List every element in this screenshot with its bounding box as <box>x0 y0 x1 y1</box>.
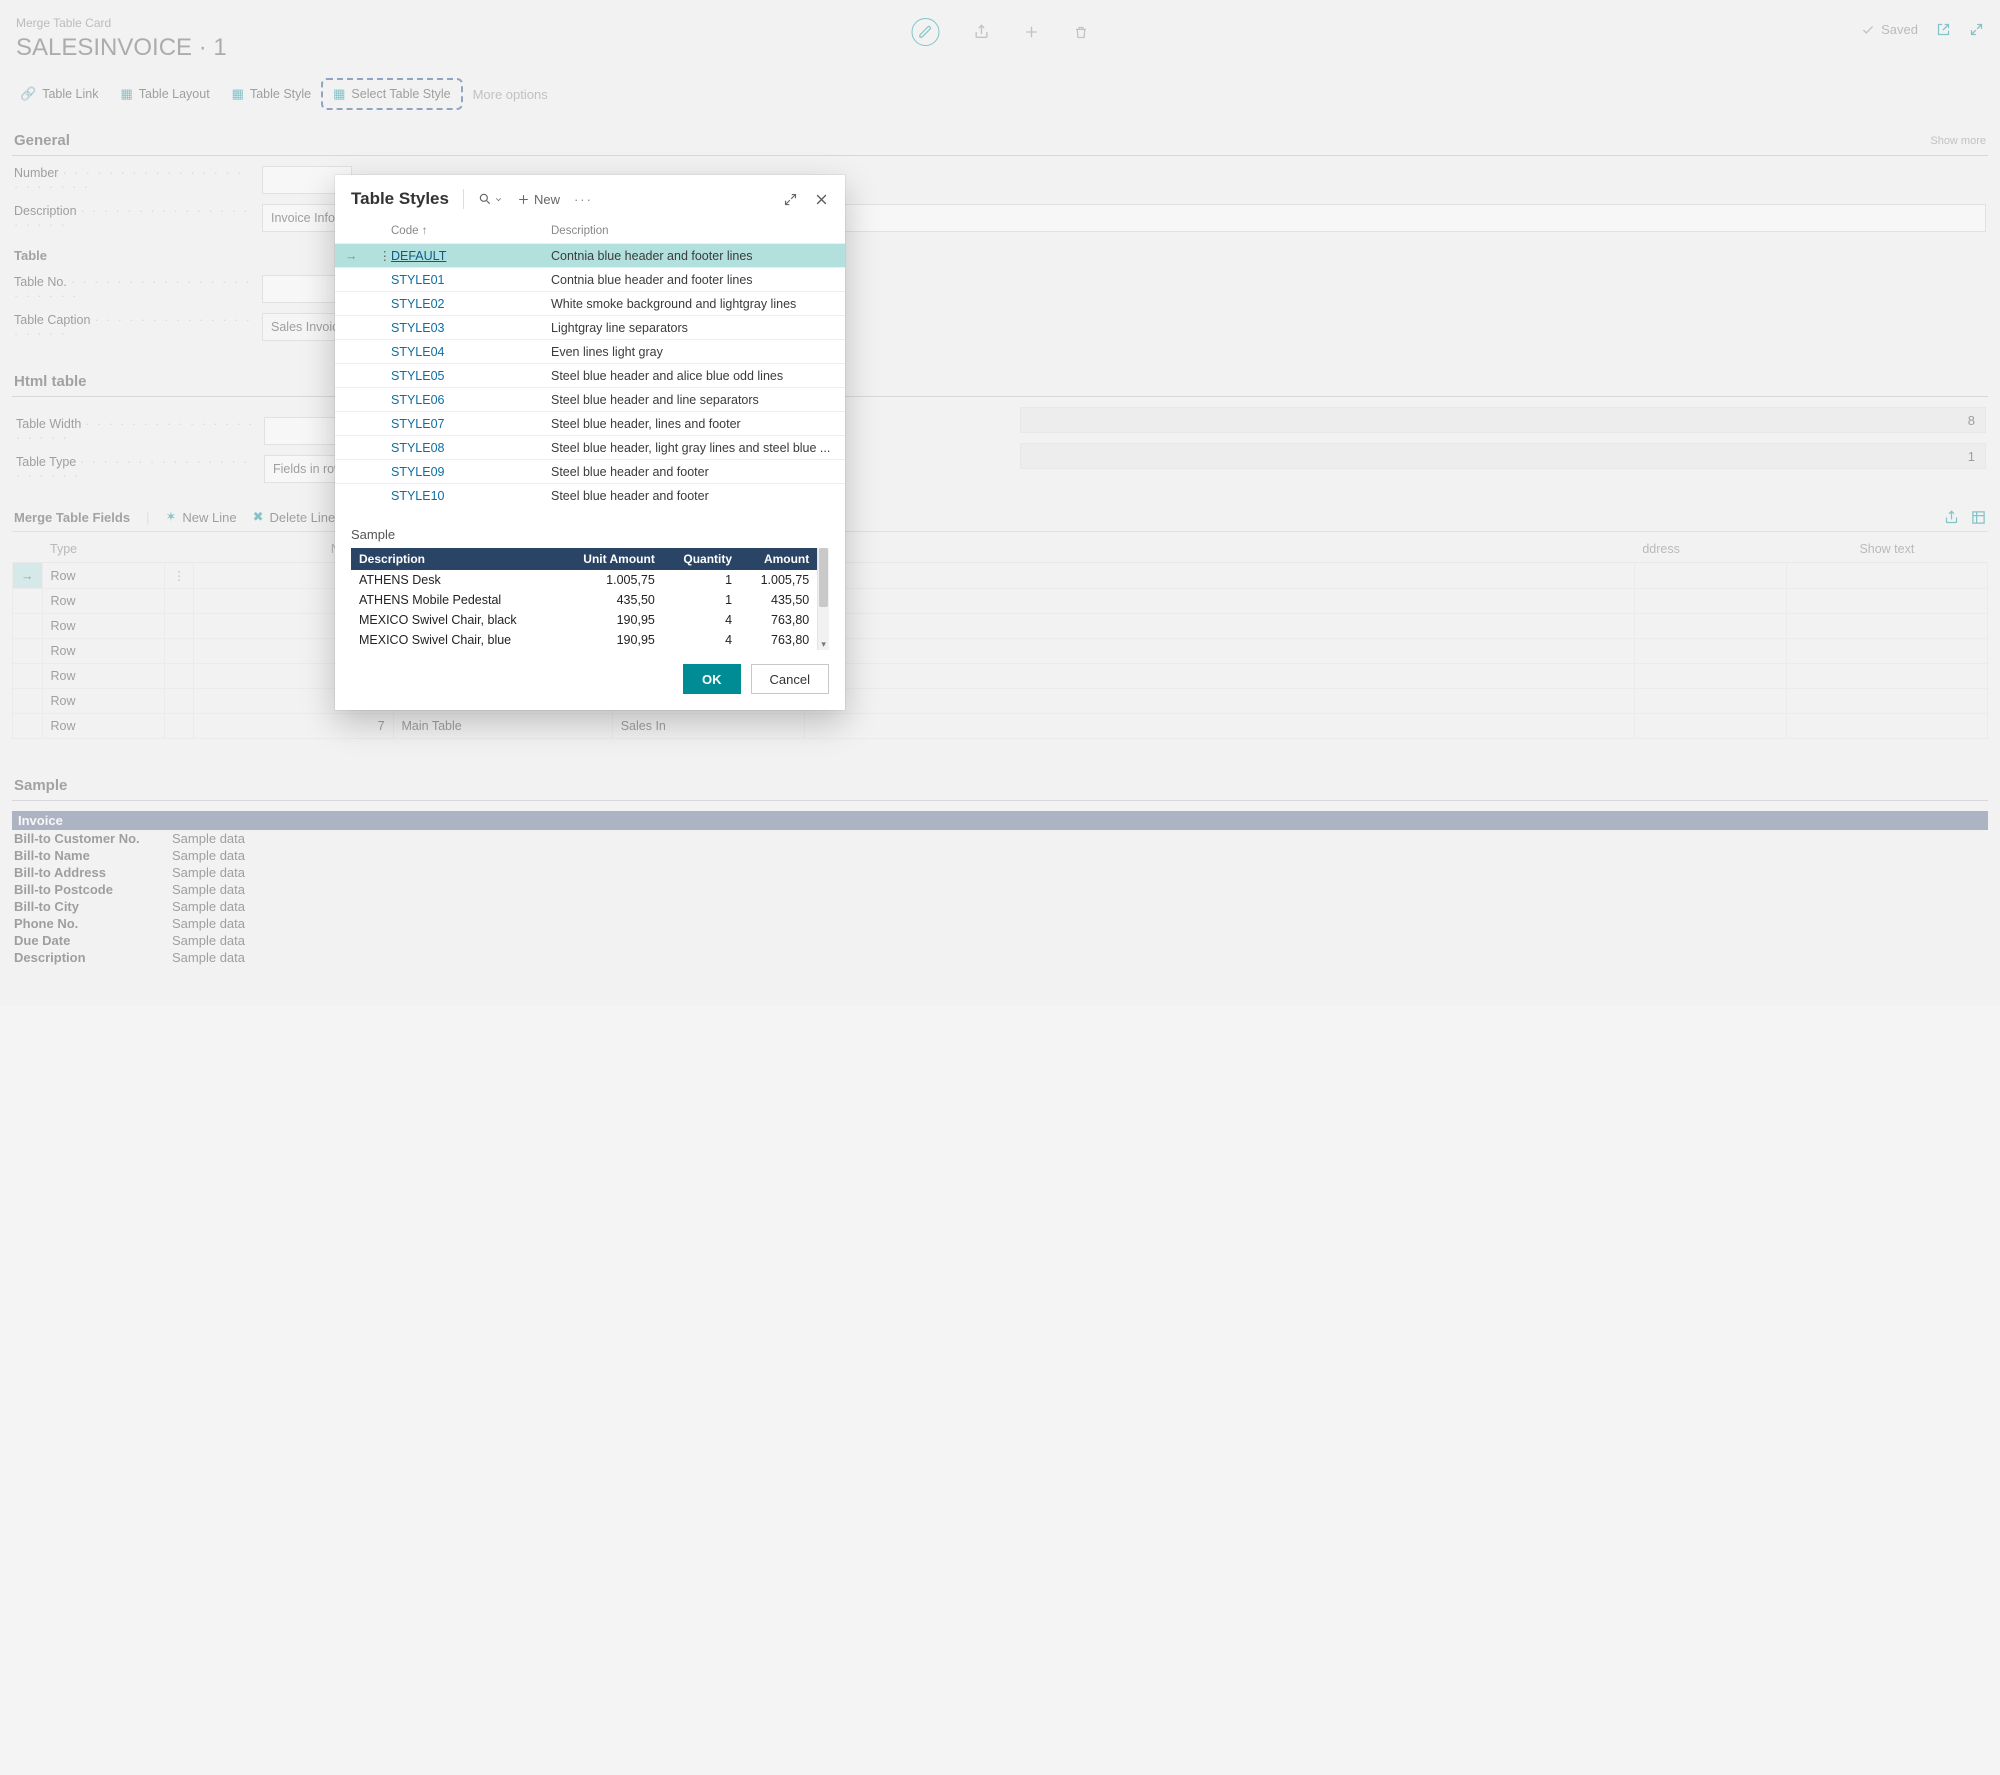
dialog-title: Table Styles <box>351 189 449 209</box>
table-styles-dialog: Table Styles New ··· Code ↑ Description <box>335 175 845 710</box>
style-row[interactable]: STYLE01Contnia blue header and footer li… <box>335 267 845 291</box>
new-action[interactable]: New <box>517 192 560 207</box>
ok-button[interactable]: OK <box>683 664 741 694</box>
sample-data-row: MEXICO Swivel Chair, black190,954763,80 <box>351 610 817 630</box>
sample-table: DescriptionUnit AmountQuantityAmount ATH… <box>351 548 817 650</box>
more-icon[interactable]: ··· <box>574 192 593 207</box>
sample-label: Sample <box>335 507 845 548</box>
style-row[interactable]: STYLE09Steel blue header and footer <box>335 459 845 483</box>
style-row[interactable]: STYLE02White smoke background and lightg… <box>335 291 845 315</box>
search-icon[interactable] <box>478 192 503 206</box>
expand-icon[interactable] <box>783 192 798 207</box>
style-row[interactable]: STYLE07Steel blue header, lines and foot… <box>335 411 845 435</box>
col-code[interactable]: Code ↑ <box>391 225 551 237</box>
sample-col: Description <box>351 548 558 570</box>
sample-data-row: MEXICO Swivel Chair, blue190,954763,80 <box>351 630 817 650</box>
style-row[interactable]: STYLE06Steel blue header and line separa… <box>335 387 845 411</box>
close-icon[interactable] <box>814 192 829 207</box>
style-row[interactable]: STYLE04Even lines light gray <box>335 339 845 363</box>
style-row[interactable]: →⋮DEFAULTContnia blue header and footer … <box>335 243 845 267</box>
sample-data-row: ATHENS Mobile Pedestal435,501435,50 <box>351 590 817 610</box>
col-description[interactable]: Description <box>551 225 829 237</box>
cancel-button[interactable]: Cancel <box>751 664 829 694</box>
style-row[interactable]: STYLE08Steel blue header, light gray lin… <box>335 435 845 459</box>
style-row[interactable]: STYLE05Steel blue header and alice blue … <box>335 363 845 387</box>
modal-overlay <box>0 0 2000 1006</box>
sample-col: Unit Amount <box>558 548 663 570</box>
sample-col: Amount <box>740 548 817 570</box>
sample-col: Quantity <box>663 548 740 570</box>
style-row[interactable]: STYLE10Steel blue header and footer <box>335 483 845 507</box>
sample-scrollbar[interactable]: ▾ <box>817 548 829 650</box>
sample-data-row: ATHENS Desk1.005,7511.005,75 <box>351 570 817 590</box>
style-row[interactable]: STYLE03Lightgray line separators <box>335 315 845 339</box>
